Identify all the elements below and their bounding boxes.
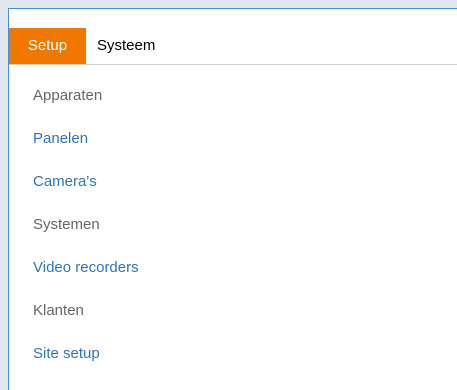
- panel-header: Setup Systeem: [9, 28, 457, 65]
- setup-tab[interactable]: Setup: [9, 28, 86, 64]
- menu-group-apparaten: Apparaten: [33, 87, 103, 104]
- page-title: Systeem: [97, 37, 156, 54]
- setup-panel: Setup Systeem Apparaten Panelen Camera's…: [8, 8, 457, 390]
- menu-link-cameras[interactable]: Camera's: [33, 171, 97, 193]
- menu-group-klanten: Klanten: [33, 302, 84, 319]
- menu-link-video-recorders[interactable]: Video recorders: [33, 257, 139, 279]
- menu-group-systemen: Systemen: [33, 216, 100, 233]
- menu-link-site-setup[interactable]: Site setup: [33, 343, 100, 365]
- menu-link-panelen[interactable]: Panelen: [33, 128, 88, 150]
